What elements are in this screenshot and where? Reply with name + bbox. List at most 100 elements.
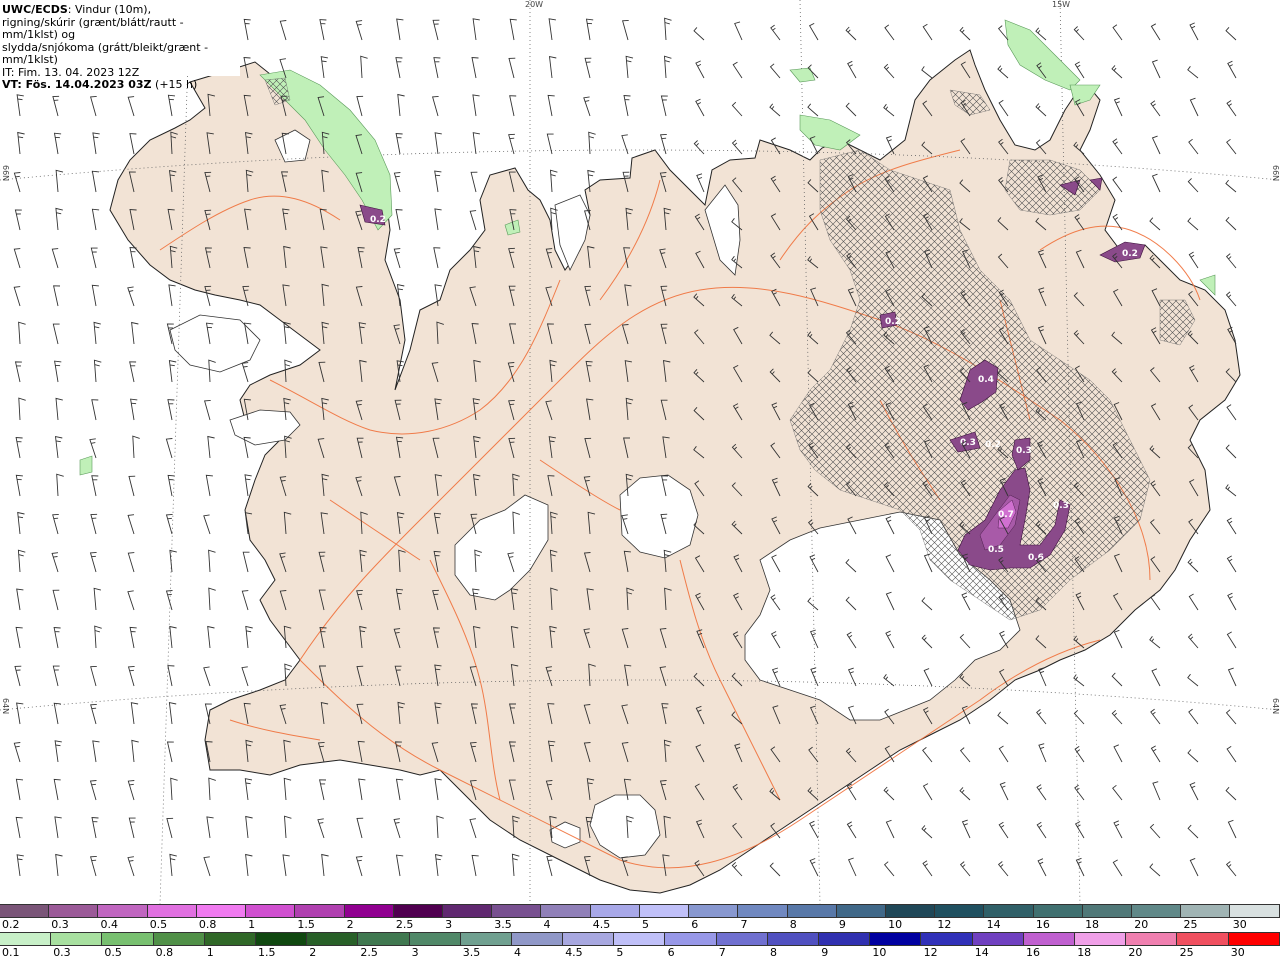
legend-label: 1 [248, 918, 256, 931]
legend-label: 30 [1230, 946, 1245, 959]
legend-swatch [1132, 905, 1182, 917]
legend-label: 10 [872, 946, 887, 959]
precip-label: 0.2 [885, 317, 901, 327]
legend-label: 6 [691, 918, 699, 931]
legend-label: 1 [206, 946, 214, 959]
legend-swatch [358, 933, 410, 945]
legend-label: 4 [514, 946, 521, 959]
legend-label: 0.8 [155, 946, 174, 959]
legend-label: 0.2 [2, 918, 20, 931]
precip-label: 0.2 [370, 215, 386, 225]
title-line3: slydda/snjókoma (grátt/bleikt/grænt - mm… [2, 40, 209, 66]
legend-swatch [563, 933, 615, 945]
legend-label: 8 [770, 946, 777, 959]
legend-swatch [0, 905, 50, 917]
legend-swatch [49, 905, 99, 917]
legend-label: 12 [937, 918, 952, 931]
legend-label: 3.5 [494, 918, 512, 931]
legend-swatch [255, 933, 308, 945]
legend-label: 5 [642, 918, 649, 931]
legend-swatch [1082, 905, 1133, 917]
legend-rain-labels: 0.1 0.3 0.5 0.8 1 1.5 2 2.5 3 3.5 4 4.5 5 6 7 8 9 10 12 14 1… [0, 946, 1280, 960]
legend-label: 0.4 [100, 918, 118, 931]
legend-label: 2.5 [395, 918, 414, 931]
legend-swatch [921, 933, 973, 945]
grid-label-15w: 15W [1052, 0, 1071, 9]
legend-swatch [147, 905, 197, 917]
precip-label: 0.3 [1053, 501, 1069, 511]
legend-swatch [307, 933, 359, 945]
precip-label: 0.4 [978, 375, 994, 385]
legend-label: 8 [789, 918, 797, 931]
legend-swatch [246, 905, 296, 917]
legend-swatch [1023, 933, 1075, 945]
legend-snow-bar [0, 904, 1280, 918]
legend-swatch [1177, 933, 1229, 945]
legend-swatch [204, 933, 256, 945]
legend-swatch [442, 905, 493, 917]
legend-swatch [51, 933, 103, 945]
legend-label: 0.3 [51, 918, 69, 931]
legend-swatch [984, 905, 1034, 917]
legend-swatch [102, 933, 154, 945]
legend-label: 14 [986, 918, 1001, 931]
grid-label-right-64n: 64N [1271, 698, 1280, 715]
legend-swatch [1033, 905, 1083, 917]
legend-swatch [153, 933, 205, 945]
legend-label: 6 [667, 946, 675, 959]
title-line1: : Vindur (10m), [67, 3, 152, 16]
legend-label: 2 [346, 918, 354, 931]
legend-snow-labels: 0.2 0.3 0.4 0.5 0.8 1 1.5 2 2.5 3 3.5 4 4.5 5 6 7 8 9 10 12… [0, 918, 1280, 932]
legend-swatch [665, 933, 717, 945]
legend-label: 4.5 [592, 918, 611, 931]
legend-label: 20 [1128, 946, 1143, 959]
legend-swatch [344, 905, 394, 917]
legend-label: 20 [1134, 918, 1149, 931]
legend-swatch [511, 933, 564, 945]
legend-label: 0.1 [2, 946, 20, 959]
legend-label: 25 [1179, 946, 1194, 959]
legend-label: 5 [616, 946, 624, 959]
legend-swatch [614, 933, 666, 945]
grid-label-20w: 20W [525, 0, 544, 9]
legend-label: 9 [838, 918, 846, 931]
legend-label: 16 [1026, 946, 1040, 959]
legend-swatch [972, 933, 1024, 945]
legend-label: 12 [923, 946, 938, 959]
forecast-hour: (+15 h) [151, 78, 198, 91]
grid-label-left-64n: 64N [1, 698, 10, 715]
legend-rain-bar [0, 932, 1280, 946]
legend-label: 7 [718, 946, 726, 959]
legend-label: 9 [821, 946, 829, 959]
precip-label: 0.3 [1016, 446, 1032, 456]
legend-swatch [460, 933, 512, 945]
legend-swatch [1228, 933, 1280, 945]
legend-swatch [716, 933, 768, 945]
grid-label-left-66n: 66N [1, 165, 10, 182]
legend-label: 18 [1085, 918, 1100, 931]
legend-label: 18 [1077, 946, 1092, 959]
legend-swatch [295, 905, 345, 917]
precip-label: 0.5 [988, 545, 1004, 555]
legend-label: 25 [1183, 918, 1198, 931]
legend-label: 0.5 [149, 918, 168, 931]
legend-label: 1.5 [258, 946, 276, 959]
legend-swatch [590, 905, 640, 917]
legend-swatch [492, 905, 542, 917]
legend-label: 0.3 [53, 946, 71, 959]
legend-swatch [1126, 933, 1178, 945]
legend-label: 3 [411, 946, 419, 959]
legend-label: 0.5 [104, 946, 122, 959]
legend-label: 3 [445, 918, 453, 931]
legend-swatch [196, 905, 247, 917]
legend-swatch [639, 905, 690, 917]
model-name: UWC/ECDS [2, 3, 68, 16]
legend-swatch [1074, 933, 1127, 945]
legend-swatch [98, 905, 148, 917]
grid-label-right-66n: 66N [1271, 165, 1280, 182]
legend-swatch [935, 905, 985, 917]
legend-swatch [1181, 905, 1231, 917]
legend-swatch [738, 905, 788, 917]
legend-label: 4 [543, 918, 551, 931]
legend-label: 14 [974, 946, 989, 959]
